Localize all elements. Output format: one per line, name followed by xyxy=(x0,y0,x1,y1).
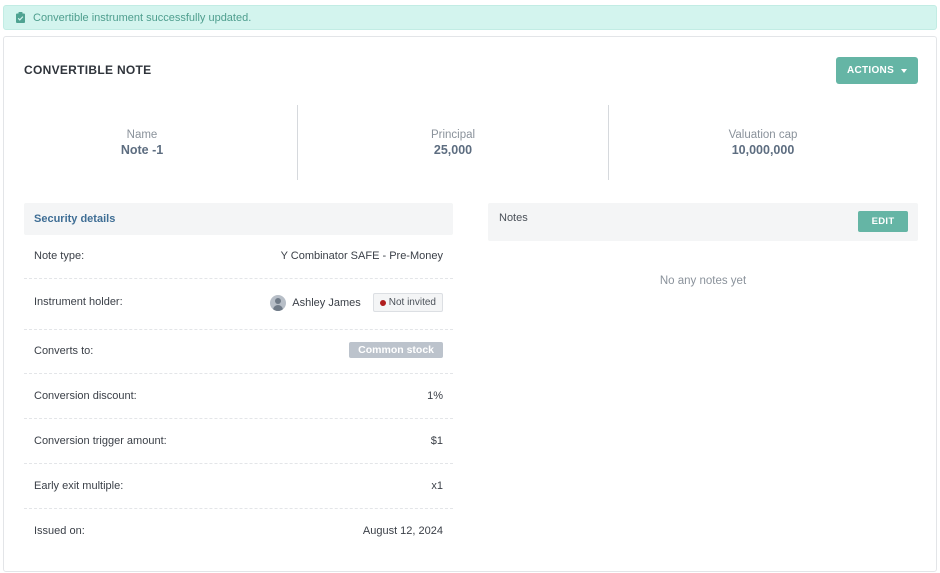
row-value: Y Combinator SAFE - Pre-Money xyxy=(280,250,443,262)
stock-class-badge: Common stock xyxy=(349,342,443,358)
row-early-exit: Early exit multiple: x1 xyxy=(24,464,453,509)
row-value: August 12, 2024 xyxy=(362,525,443,537)
row-label: Converts to: xyxy=(34,345,94,357)
notes-header: Notes EDIT xyxy=(488,203,918,241)
status-text: Not invited xyxy=(388,297,436,308)
status-dot-icon xyxy=(379,299,386,306)
summary-value: 10,000,000 xyxy=(731,143,795,157)
summary-name: Name Note -1 xyxy=(67,129,217,157)
row-value: x1 xyxy=(431,480,443,492)
holder-name[interactable]: Ashley James xyxy=(292,297,360,309)
security-details-header: Security details xyxy=(24,203,453,235)
summary-valuation-cap: Valuation cap 10,000,000 xyxy=(688,129,838,157)
summary-value: 25,000 xyxy=(433,143,473,157)
row-note-type: Note type: Y Combinator SAFE - Pre-Money xyxy=(24,235,453,279)
summary-value: Note -1 xyxy=(120,143,164,157)
caret-down-icon xyxy=(901,68,908,73)
success-alert: Convertible instrument successfully upda… xyxy=(3,5,937,30)
divider xyxy=(297,105,298,180)
status-badge: Not invited xyxy=(372,293,443,312)
security-details-title: Security details xyxy=(34,213,116,225)
row-instrument-holder: Instrument holder: Ashley James Not invi… xyxy=(24,279,453,330)
summary-label: Principal xyxy=(430,129,476,141)
row-label: Issued on: xyxy=(34,525,85,537)
row-value: $1 xyxy=(430,435,443,447)
holder-info: Ashley James Not invited xyxy=(270,293,443,312)
row-value: 1% xyxy=(427,390,443,402)
alert-text: Convertible instrument successfully upda… xyxy=(33,11,252,24)
row-conversion-discount: Conversion discount: 1% xyxy=(24,374,453,419)
row-conversion-trigger: Conversion trigger amount: $1 xyxy=(24,419,453,464)
avatar-user-icon xyxy=(270,294,287,311)
row-label: Note type: xyxy=(34,250,85,262)
notes-title: Notes xyxy=(499,212,528,224)
row-issued-on: Issued on: August 12, 2024 xyxy=(24,509,453,554)
summary-label: Valuation cap xyxy=(728,129,798,141)
clipboard-check-icon xyxy=(16,12,25,23)
actions-label: ACTIONS xyxy=(846,65,895,76)
notes-empty-text: No any notes yet xyxy=(659,275,747,287)
row-label: Conversion discount: xyxy=(34,390,137,402)
summary-label: Name xyxy=(126,129,158,141)
summary-principal: Principal 25,000 xyxy=(378,129,528,157)
row-label: Conversion trigger amount: xyxy=(34,435,167,447)
row-label: Instrument holder: xyxy=(34,296,123,308)
row-converts-to: Converts to: Common stock xyxy=(24,330,453,374)
row-label: Early exit multiple: xyxy=(34,480,124,492)
divider xyxy=(608,105,609,180)
edit-notes-button[interactable]: EDIT xyxy=(858,211,908,232)
convertible-note-card: CONVERTIBLE NOTE ACTIONS Name Note -1 Pr… xyxy=(3,36,937,572)
page-title: CONVERTIBLE NOTE xyxy=(24,63,152,77)
actions-button[interactable]: ACTIONS xyxy=(836,57,918,84)
